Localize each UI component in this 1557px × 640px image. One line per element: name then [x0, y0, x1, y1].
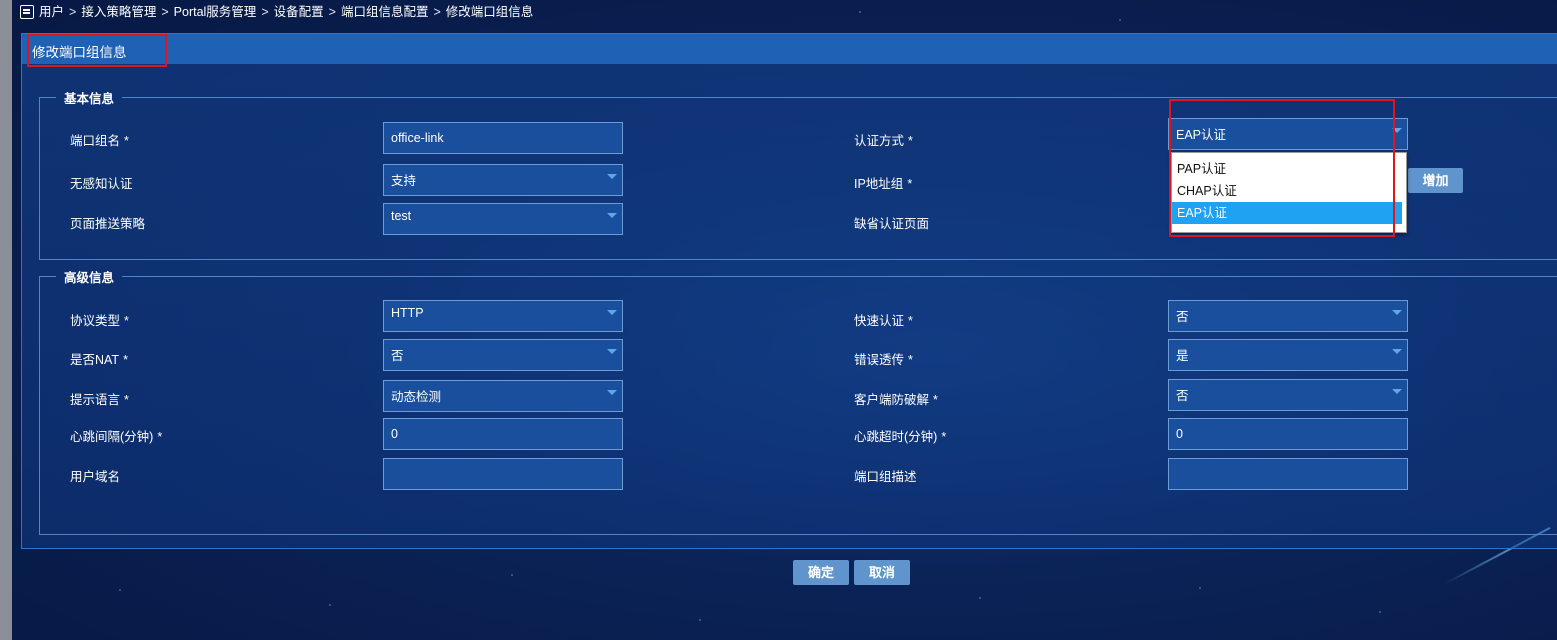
chevron-down-icon [1392, 349, 1402, 354]
auth-method-label: 认证方式 * [854, 134, 913, 148]
fast-auth-label: 快速认证 * [854, 314, 913, 328]
push-policy-select[interactable]: test [383, 203, 623, 235]
heartbeat-timeout-label: 心跳超时(分钟) * [854, 430, 947, 444]
left-window-edge [0, 0, 12, 640]
nat-label: 是否NAT * [70, 353, 128, 367]
breadcrumb-current: 修改端口组信息 [445, 5, 534, 19]
chevron-down-icon [1392, 128, 1402, 133]
port-group-name-label: 端口组名 * [70, 134, 129, 148]
nat-select[interactable]: 否 [383, 339, 623, 371]
chevron-down-icon [607, 310, 617, 315]
breadcrumb-item[interactable]: 端口组信息配置 [341, 3, 429, 21]
breadcrumb-separator: > [433, 5, 441, 19]
protocol-label: 协议类型 * [70, 314, 129, 328]
user-settings-icon [20, 5, 34, 19]
dropdown-option-eap[interactable]: EAP认证 [1172, 202, 1402, 224]
port-group-name-input[interactable]: office-link [383, 122, 623, 154]
port-group-description-input[interactable] [1168, 458, 1408, 490]
chevron-down-icon [1392, 389, 1402, 394]
advanced-info-legend: 高级信息 [64, 271, 115, 285]
breadcrumb-item[interactable]: 设备配置 [274, 3, 324, 21]
anti-crack-select[interactable]: 否 [1168, 379, 1408, 411]
chevron-down-icon [607, 213, 617, 218]
chevron-down-icon [607, 390, 617, 395]
language-label: 提示语言 * [70, 393, 129, 407]
basic-info-legend: 基本信息 [64, 92, 115, 106]
breadcrumb-item[interactable]: Portal服务管理 [174, 3, 257, 21]
port-group-description-label: 端口组描述 [854, 470, 917, 484]
error-passthrough-label: 错误透传 * [854, 353, 913, 367]
anti-crack-label: 客户端防破解 * [854, 393, 938, 407]
default-auth-page-label: 缺省认证页面 [854, 217, 930, 231]
chevron-down-icon [607, 174, 617, 179]
dropdown-option-chap[interactable]: CHAP认证 [1172, 180, 1406, 202]
breadcrumb: 用户 > 接入策略管理 > Portal服务管理 > 设备配置 > 端口组信息配… [20, 3, 533, 21]
heartbeat-interval-label: 心跳间隔(分钟) * [70, 430, 163, 444]
confirm-button[interactable]: 确定 [793, 560, 849, 585]
title-highlight-box [27, 34, 167, 67]
user-domain-input[interactable] [383, 458, 623, 490]
seamless-auth-select[interactable]: 支持 [383, 164, 623, 196]
seamless-auth-label: 无感知认证 [70, 177, 133, 191]
dropdown-option-pap[interactable]: PAP认证 [1172, 158, 1406, 180]
auth-method-select[interactable]: EAP认证 [1168, 118, 1408, 150]
language-select[interactable]: 动态检测 [383, 380, 623, 412]
breadcrumb-separator: > [261, 5, 269, 19]
cancel-button[interactable]: 取消 [854, 560, 910, 585]
push-policy-label: 页面推送策略 [70, 217, 146, 231]
chevron-down-icon [1392, 310, 1402, 315]
user-domain-label: 用户域名 [70, 470, 121, 484]
breadcrumb-separator: > [161, 5, 169, 19]
heartbeat-interval-input[interactable]: 0 [383, 418, 623, 450]
add-ip-group-button[interactable]: 增加 [1408, 168, 1463, 193]
protocol-select[interactable]: HTTP [383, 300, 623, 332]
error-passthrough-select[interactable]: 是 [1168, 339, 1408, 371]
ip-group-label: IP地址组 * [854, 177, 913, 191]
chevron-down-icon [607, 349, 617, 354]
fast-auth-select[interactable]: 否 [1168, 300, 1408, 332]
breadcrumb-separator: > [69, 5, 77, 19]
heartbeat-timeout-input[interactable]: 0 [1168, 418, 1408, 450]
auth-method-dropdown: PAP认证 CHAP认证 EAP认证 [1171, 152, 1407, 233]
breadcrumb-separator: > [328, 5, 336, 19]
breadcrumb-item[interactable]: 接入策略管理 [81, 3, 156, 21]
panel-header: 修改端口组信息 [22, 34, 1557, 64]
breadcrumb-item[interactable]: 用户 [39, 3, 64, 21]
